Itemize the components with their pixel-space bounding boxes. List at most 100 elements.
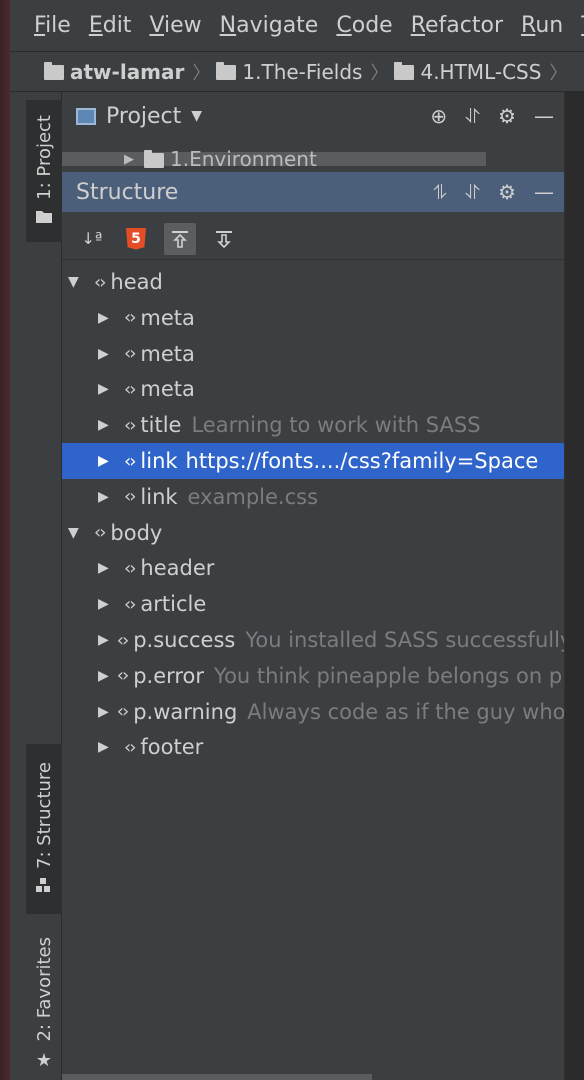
sort-alpha-icon: ↓ª [81,229,103,248]
chevron-right-icon[interactable]: ▶ [98,632,109,648]
menu-item-mnemonic: N [219,13,237,38]
expand-all-icon[interactable]: ⥮ [433,180,448,204]
tree-node[interactable]: ▶ ‹› title Learning to work with SASS [62,407,564,443]
tree-node[interactable]: ▶ ‹› p.warning Always code as if the guy wh… [62,694,564,730]
breadcrumb-item-html-css[interactable]: 4.HTML-CSS [394,60,541,84]
structure-header-actions: ⥮ ⥯ ⚙ — [433,172,554,212]
html-tag-icon: ‹› [124,450,136,472]
tool-tab-project[interactable]: 1: Project [26,100,62,242]
html-tag-icon: ‹› [116,665,129,687]
sort-alpha-button[interactable]: ↓ª [76,223,108,255]
chevron-down-icon[interactable]: ▼ [68,525,86,541]
tree-node[interactable]: ▶ ‹› article [62,586,564,622]
menu-item[interactable]: Navigate [220,13,319,38]
menu-item[interactable]: Edit [89,13,132,38]
menu-item-label: dit [102,13,132,38]
tree-node-tag: meta [140,377,195,402]
tree-node-hint: You installed SASS successfully [245,628,564,652]
chevron-right-icon[interactable]: ▶ [98,668,109,684]
tree-node[interactable]: ▶ ‹› link https://fonts..../css?family=Spac… [62,443,564,479]
menu-item-label: iew [164,13,202,38]
menu-bar: FileEditViewNavigateCodeRefactorRunT [10,0,584,52]
tree-node-tag: head [110,270,163,294]
chevron-right-icon: 〉 [370,62,389,84]
minimize-icon[interactable]: — [534,180,554,204]
chevron-right-icon[interactable]: ▶ [98,704,109,720]
chevron-right-icon[interactable]: ▶ [98,560,116,576]
chevron-right-icon: 〉 [192,62,211,84]
tree-node-tag: article [140,592,207,617]
autoscroll-to-source-button[interactable] [164,222,196,255]
menu-item-mnemonic: V [149,13,165,38]
menu-item[interactable]: Code [336,13,392,38]
tree-node[interactable]: ▶ ‹› footer [62,729,564,765]
html-tag-icon: ‹› [116,629,129,651]
html-tag-icon: ‹› [124,378,136,400]
breadcrumb-item-project[interactable]: atw-lamar [44,60,184,84]
collapse-icon[interactable]: ⥯ [465,104,480,128]
chevron-right-icon[interactable]: ▶ [98,310,116,326]
menu-item[interactable]: Refactor [411,13,503,38]
structure-toolbar: ↓ª 5 [62,218,564,260]
menu-item[interactable]: View [149,13,201,38]
tree-node-hint: Always code as if the guy who [247,699,564,724]
html-tag-icon: ‹› [94,271,106,293]
menu-item-label: ode [351,13,393,38]
menu-item[interactable]: Run [521,13,563,38]
menu-item[interactable]: File [34,13,71,38]
tree-node[interactable]: ▶ ‹› header [62,550,564,586]
collapse-icon[interactable]: ⥯ [465,180,480,204]
tree-node-hint: You think pineapple belongs on pizza [214,663,564,688]
chevron-right-icon[interactable]: ▶ [98,346,116,362]
tree-node-tag: header [140,556,215,581]
menu-item-mnemonic: C [336,13,352,38]
breadcrumb-item-fields[interactable]: 1.The-Fields [216,60,362,84]
crosshair-icon[interactable]: ⊕ [430,104,447,128]
menu-item-label: ile [45,13,71,38]
tree-node[interactable]: ▼ ‹› head [62,264,564,300]
tree-node[interactable]: ▼ ‹› body [62,515,564,551]
tree-node[interactable]: ▶ ‹› meta [62,371,564,407]
chevron-right-icon[interactable]: ▶ [98,739,116,755]
tree-node-tag: p.warning [133,699,238,724]
structure-panel-header: Structure ⥮ ⥯ ⚙ — [62,172,564,212]
chevron-right-icon[interactable]: ▶ [98,381,116,397]
chevron-right-icon[interactable]: ▶ [98,453,116,469]
chevron-down-icon[interactable]: ▼ [68,274,86,290]
chevron-right-icon: ▶ [124,151,134,167]
tree-node[interactable]: ▶ ‹› p.error You think pineapple belongs on… [62,658,564,694]
editor-edge [564,92,584,1080]
project-panel-title[interactable]: Project [106,104,181,129]
chevron-right-icon[interactable]: ▶ [98,417,116,433]
star-icon: ★ [35,1049,53,1071]
html5-button[interactable]: 5 [120,223,152,255]
tree-node[interactable]: ▶ ‹› p.success You installed SASS successfu… [62,622,564,658]
project-tree-item[interactable]: ▶ 1.Environment [124,147,317,171]
chevron-down-icon[interactable]: ▼ [191,108,202,124]
html5-icon: 5 [126,227,146,250]
tree-node-hint: example.css [187,484,319,509]
chevron-right-icon[interactable]: ▶ [98,596,116,612]
autoscroll-from-source-button[interactable] [208,223,240,255]
html-tag-icon: ‹› [124,736,136,758]
chevron-right-icon[interactable]: ▶ [98,489,116,505]
menu-item-mnemonic: R [521,13,536,38]
tool-window-strip: 1: Project 7: Structure 2: Favorites ★ [26,92,62,1080]
gear-icon[interactable]: ⚙ [498,180,516,204]
tree-node[interactable]: ▶ ‹› meta [62,336,564,372]
tree-node-tag: p.success [133,628,236,652]
html-tag-icon: ‹› [124,557,136,579]
structure-horizontal-scrollbar[interactable] [62,1074,372,1080]
tool-tab-favorites[interactable]: 2: Favorites ★ [26,928,62,1080]
structure-icon [36,877,52,896]
folder-icon [394,62,415,80]
folder-icon [216,62,237,80]
tree-node[interactable]: ▶ ‹› meta [62,300,564,336]
gear-icon[interactable]: ⚙ [498,104,516,128]
tool-tab-structure[interactable]: 7: Structure [26,744,62,914]
tree-node-tag: title [140,413,182,438]
tree-node-tag: link [140,484,178,509]
minimize-icon[interactable]: — [534,104,554,128]
project-panel-header: Project ▼ ⊕ ⥯ ⚙ — [62,96,564,136]
tree-node[interactable]: ▶ ‹› link example.css [62,479,564,515]
